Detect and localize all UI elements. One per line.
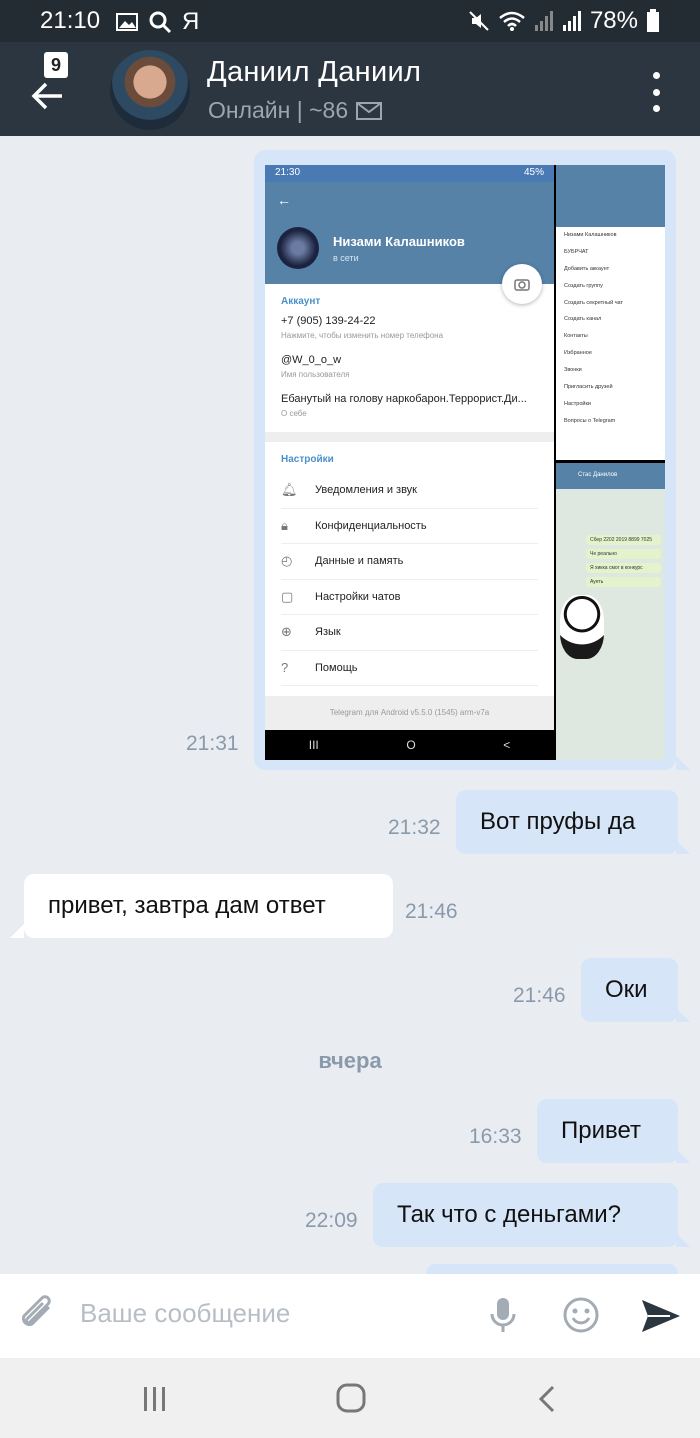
help-icon: ? [281, 660, 289, 676]
message-time: 21:31 [186, 732, 239, 755]
message-time: 16:33 [469, 1125, 522, 1148]
battery-percent: 78% [589, 7, 638, 34]
message-time: 21:46 [405, 900, 458, 923]
arrow-left-icon [31, 82, 62, 110]
avatar[interactable] [110, 50, 190, 130]
signal-icon-2 [562, 11, 581, 31]
globe-icon: ⊕ [281, 624, 292, 640]
wifi-icon [499, 11, 525, 31]
home-icon[interactable] [335, 1382, 367, 1414]
mute-icon [469, 11, 489, 31]
chat-icon: ▢ [281, 588, 294, 604]
photo-attachment[interactable]: 21:30 45% ← Низами Калашников в сети Акка… [265, 165, 665, 760]
contact-name[interactable]: Даниил Даниил [207, 56, 421, 89]
envelope-icon [356, 101, 383, 120]
screenshot-profile: 21:30 45% ← Низами Калашников в сети Акка… [265, 165, 554, 760]
microphone-icon[interactable] [488, 1296, 518, 1336]
status-time: 21:10 [40, 7, 101, 34]
chat-header: 9 Даниил Даниил Онлайн | ~86 [0, 42, 700, 136]
camera-icon [502, 264, 542, 304]
yandex-icon: Я [182, 8, 200, 35]
message-bubble-out[interactable]: Вот пруфы да [456, 790, 678, 854]
message-composer: Ваше сообщение [0, 1274, 700, 1358]
image-icon [116, 13, 138, 31]
message-bubble-out[interactable]: Привет [537, 1099, 678, 1163]
recent-apps-icon[interactable] [140, 1384, 170, 1414]
send-icon[interactable] [640, 1298, 682, 1334]
more-menu-button[interactable] [644, 72, 668, 112]
message-time: 22:09 [305, 1209, 358, 1232]
contact-status: Онлайн | ~86 [208, 97, 383, 124]
message-time: 21:32 [388, 816, 441, 839]
avatar [277, 227, 319, 269]
clock-icon: ◴ [281, 553, 293, 569]
screenshot-chat: Стас Данилов Сбер 2202 2019 8899 7025 Че… [556, 463, 665, 760]
emoji-icon[interactable] [562, 1296, 600, 1334]
signal-icon [534, 11, 553, 31]
unread-badge: 9 [44, 52, 68, 78]
status-bar: 21:10 Я 78% [0, 0, 700, 42]
message-bubble-in[interactable]: привет, завтра дам ответ [24, 874, 393, 938]
screenshot-menu: Низами Калашников БУБРЧАТ Добавить аккау… [556, 165, 665, 460]
panda-sticker [560, 595, 604, 659]
system-navbar [0, 1358, 700, 1438]
battery-icon [647, 9, 659, 32]
message-bubble-out[interactable]: Оки [581, 958, 678, 1022]
bell-icon: 🔔︎ [281, 482, 298, 498]
paperclip-icon[interactable] [18, 1294, 58, 1338]
message-input[interactable]: Ваше сообщение [80, 1298, 290, 1329]
arrow-left-icon: ← [277, 192, 291, 208]
back-nav-icon[interactable] [535, 1384, 559, 1414]
search-icon [149, 11, 172, 34]
date-separator: вчера [318, 1048, 382, 1073]
message-bubble-out[interactable]: Так что с деньгами? [373, 1183, 678, 1247]
message-time: 21:46 [513, 984, 566, 1007]
lock-icon: 🔒︎ [281, 517, 288, 533]
